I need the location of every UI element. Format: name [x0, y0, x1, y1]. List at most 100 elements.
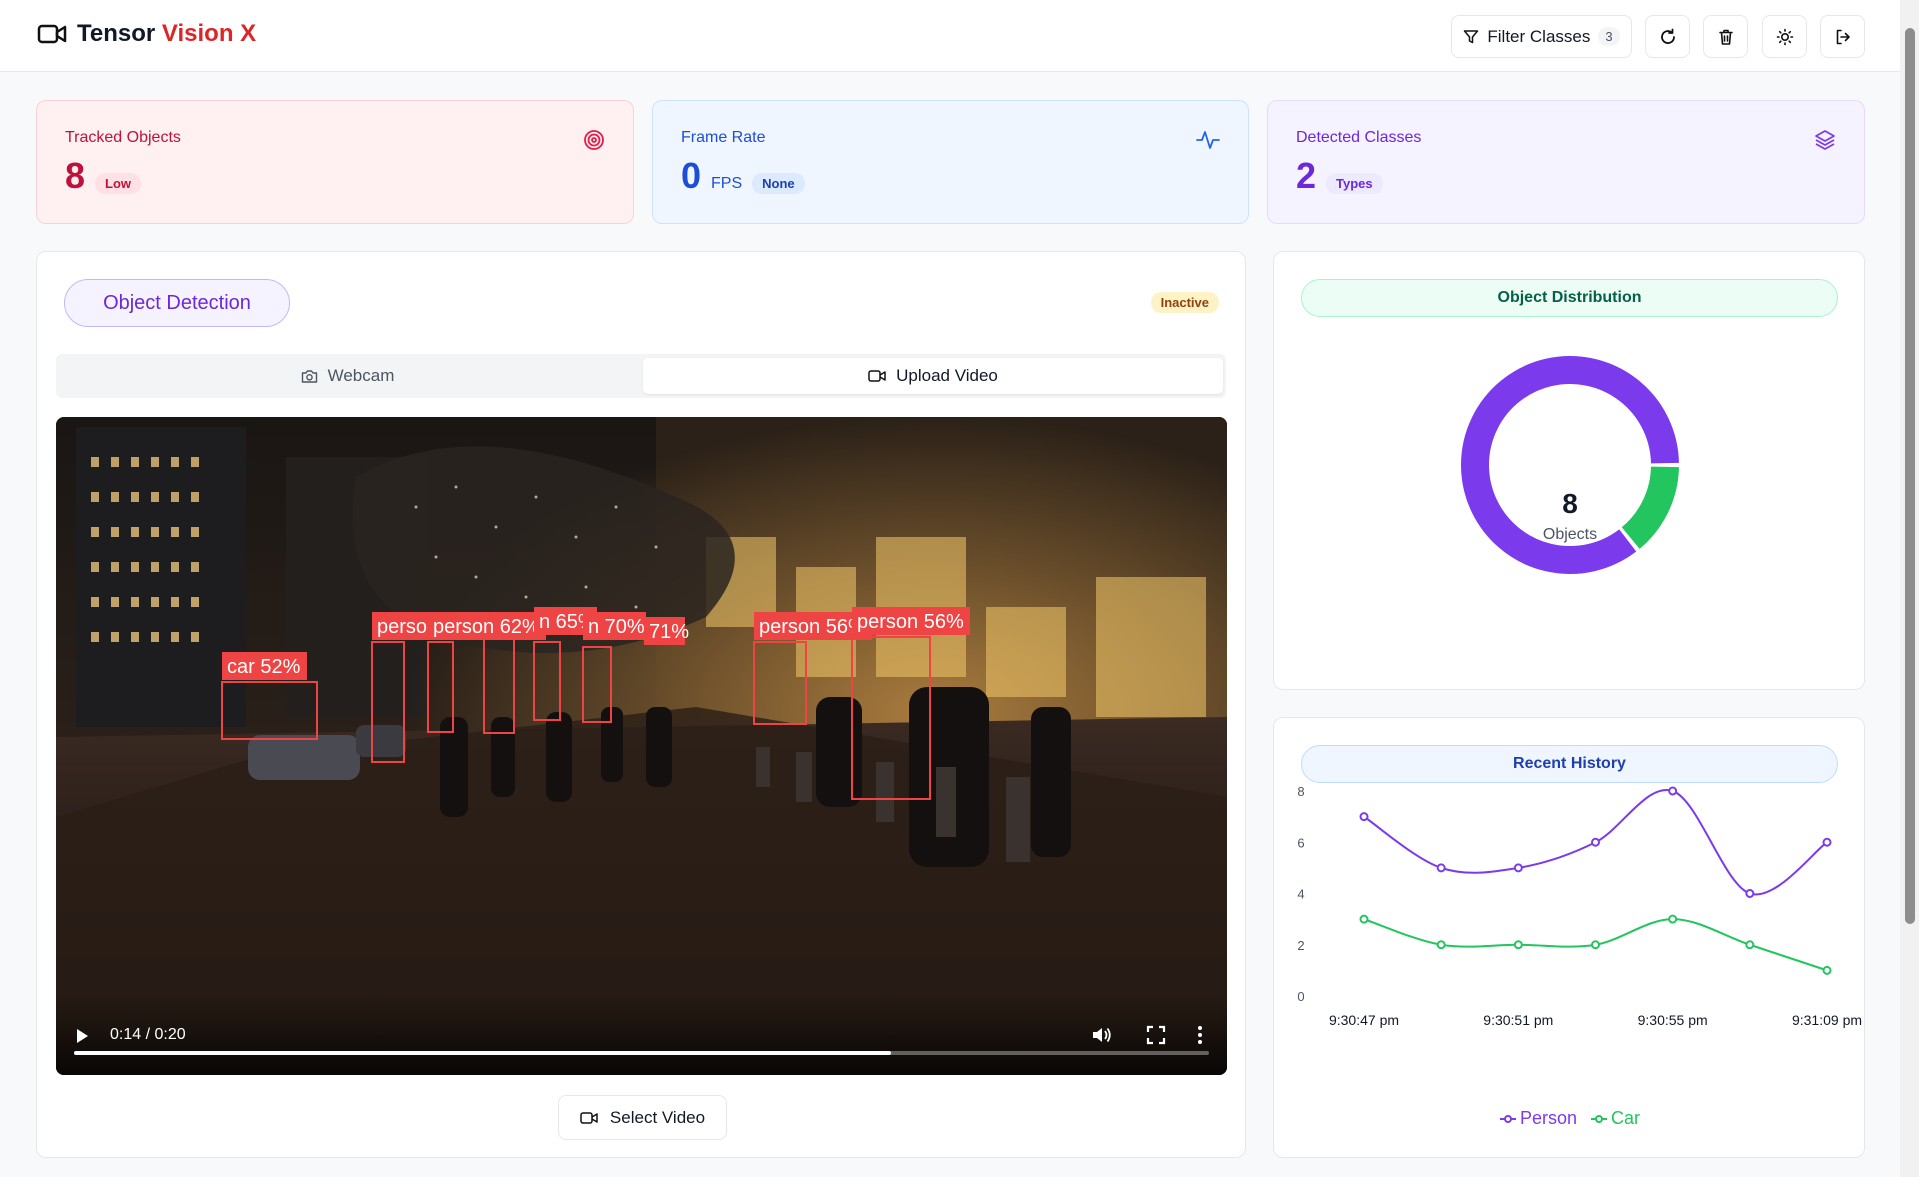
- detected-classes-card: Detected Classes 2 Types: [1267, 100, 1865, 224]
- tracked-objects-card: Tracked Objects 8 Low: [36, 100, 634, 224]
- object-distribution-panel: Object Distribution 8 Objects: [1273, 251, 1865, 690]
- data-point-car[interactable]: [1359, 914, 1369, 924]
- tab-upload-video[interactable]: Upload Video: [643, 358, 1223, 394]
- video-icon: [580, 1111, 598, 1124]
- data-point-car[interactable]: [1436, 940, 1446, 950]
- detection-label: persor: [377, 616, 434, 638]
- donut-center: 8 Objects: [1470, 488, 1670, 544]
- filter-count-badge: 3: [1598, 27, 1620, 46]
- detected-classes-value: 2: [1296, 155, 1317, 196]
- tab-webcam-label: Webcam: [327, 366, 395, 385]
- recent-history-panel: Recent History 0 2 4 6 8 9:30:47 pm 9:30:51 pm…: [1273, 717, 1865, 1158]
- trash-icon: [1718, 29, 1733, 45]
- theme-toggle-button[interactable]: [1762, 15, 1807, 58]
- refresh-button[interactable]: [1645, 15, 1690, 58]
- data-point-person[interactable]: [1436, 863, 1446, 873]
- clear-button[interactable]: [1703, 15, 1748, 58]
- filter-classes-label: Filter Classes: [1487, 26, 1591, 46]
- data-point-person[interactable]: [1668, 786, 1678, 796]
- donut-chart: [1461, 356, 1679, 574]
- source-tabs: Webcam Upload Video: [56, 354, 1226, 398]
- legend-marker-icon: [1591, 1114, 1608, 1123]
- y-tick-label: 0: [1297, 989, 1304, 1004]
- refresh-icon: [1660, 28, 1675, 44]
- donut-total-label: Objects: [1542, 526, 1598, 543]
- detection-label: car 52%: [227, 656, 301, 678]
- data-point-car[interactable]: [1745, 940, 1755, 950]
- data-point-person[interactable]: [1591, 837, 1600, 847]
- tracked-objects-value: 8: [65, 155, 86, 196]
- play-icon[interactable]: [74, 1027, 90, 1045]
- video-frame: car 52%persor person 62% n 65%n 70% 71% pers…: [56, 417, 1227, 1075]
- volume-icon[interactable]: [1091, 1025, 1113, 1045]
- brand-accent: Vision X: [161, 20, 257, 47]
- x-tick-label: 9:30:51 pm: [1483, 1012, 1553, 1028]
- select-video-label: Select Video: [609, 1107, 706, 1127]
- app-header: Tensor Vision X Filter Classes 3: [0, 0, 1900, 72]
- data-point-person[interactable]: [1513, 863, 1523, 873]
- legend-label: Car: [1611, 1108, 1641, 1128]
- history-line-chart: 0 2 4 6 8 9:30:47 pm 9:30:51 pm 9:30:55 pm 9:31:…: [1297, 784, 1862, 1028]
- layers-icon: [1815, 130, 1835, 150]
- y-tick-label: 2: [1297, 938, 1304, 953]
- logout-icon: [1836, 29, 1850, 44]
- tab-upload-video-label: Upload Video: [896, 366, 998, 385]
- filter-classes-button[interactable]: Filter Classes 3: [1451, 15, 1632, 58]
- detection-label: person 56%: [759, 616, 866, 638]
- logout-button[interactable]: [1820, 15, 1865, 58]
- video-progress-bar[interactable]: [74, 1051, 1209, 1055]
- object-detection-panel: Object Detection Inactive Webcam Upload …: [36, 251, 1246, 1158]
- scrollbar-thumb[interactable]: [1905, 28, 1915, 924]
- camera-icon: [301, 369, 317, 383]
- data-point-car[interactable]: [1591, 940, 1600, 950]
- fullscreen-icon[interactable]: [1146, 1025, 1166, 1045]
- more-options-icon[interactable]: [1197, 1025, 1203, 1045]
- frame-rate-unit: FPS: [711, 175, 743, 192]
- target-icon: [584, 130, 604, 150]
- brand: Tensor Vision X: [37, 20, 256, 48]
- video-icon: [868, 370, 886, 382]
- detection-label: n 70%: [588, 616, 645, 638]
- x-tick-label: 9:31:09 pm: [1792, 1012, 1862, 1028]
- legend-item-car[interactable]: Car: [1591, 1108, 1640, 1129]
- detected-classes-label: Detected Classes: [1296, 129, 1422, 146]
- brand-name: Tensor: [77, 20, 162, 47]
- frame-rate-label: Frame Rate: [681, 129, 766, 146]
- y-tick-label: 4: [1297, 887, 1304, 902]
- video-time: 0:14 / 0:20: [110, 1026, 186, 1043]
- frame-rate-value: 0: [681, 155, 702, 196]
- donut-total: 8: [1562, 488, 1578, 519]
- data-point-person[interactable]: [1745, 889, 1755, 898]
- legend-marker-icon: [1499, 1114, 1516, 1123]
- data-point-person[interactable]: [1359, 812, 1369, 822]
- page-scrollbar[interactable]: [1900, 0, 1919, 1177]
- tracked-objects-badge: Low: [95, 173, 142, 194]
- select-video-button[interactable]: Select Video: [558, 1095, 727, 1140]
- data-point-car[interactable]: [1668, 914, 1678, 924]
- frame-rate-badge: None: [752, 173, 805, 194]
- tracked-objects-label: Tracked Objects: [65, 129, 181, 146]
- data-point-car[interactable]: [1513, 940, 1523, 950]
- x-tick-label: 9:30:47 pm: [1329, 1012, 1399, 1028]
- data-point-person[interactable]: [1822, 837, 1832, 847]
- legend-item-person[interactable]: Person: [1499, 1108, 1578, 1129]
- data-point-car[interactable]: [1822, 965, 1832, 975]
- detected-classes-badge: Types: [1326, 173, 1383, 194]
- detection-label: person 62%: [433, 616, 540, 638]
- status-badge: Inactive: [1150, 292, 1219, 313]
- video-camera-icon: [37, 24, 67, 44]
- y-tick-label: 8: [1297, 784, 1304, 799]
- detection-label: 71%: [649, 621, 689, 643]
- legend-label: Person: [1519, 1108, 1578, 1128]
- frame-rate-card: Frame Rate 0 FPS None: [652, 100, 1249, 224]
- y-tick-label: 6: [1297, 835, 1304, 850]
- activity-icon: [1196, 131, 1220, 149]
- video-controls: 0:14 / 0:20: [56, 995, 1227, 1075]
- video-progress-fill: [74, 1051, 892, 1055]
- video-player[interactable]: car 52% persor person 62% n 65% n 70% 71% pers…: [56, 417, 1227, 1075]
- object-detection-title: Object Detection: [64, 279, 290, 327]
- x-tick-label: 9:30:55 pm: [1638, 1012, 1708, 1028]
- detection-label: person 56%: [857, 611, 964, 633]
- filter-icon: [1464, 29, 1479, 43]
- tab-webcam[interactable]: Webcam: [60, 358, 635, 394]
